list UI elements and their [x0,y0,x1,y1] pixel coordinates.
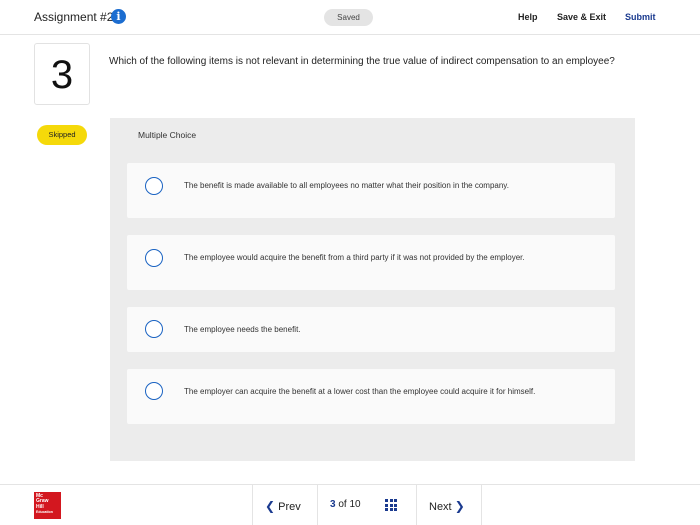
skipped-status-badge: Skipped [37,125,87,145]
saved-status-badge: Saved [324,9,373,26]
chevron-right-icon: ❯ [454,499,465,513]
current-page: 3 [330,499,336,510]
answer-option-text: The employee would acquire the benefit f… [184,253,525,262]
answer-option-text: The benefit is made available to all emp… [184,181,509,190]
submit-button[interactable]: Submit [625,12,656,22]
header-bar: Assignment #2 i Saved Help Save & Exit S… [0,0,700,35]
answer-option-3[interactable]: The employee needs the benefit. [127,307,615,352]
save-exit-button[interactable]: Save & Exit [557,12,606,22]
help-button[interactable]: Help [518,12,538,22]
answer-option-text: The employer can acquire the benefit at … [184,387,536,396]
answer-option-text: The employee needs the benefit. [184,325,301,334]
prev-button[interactable]: ❮ Prev [265,499,301,513]
question-number: 3 [34,43,90,105]
radio-button[interactable] [145,320,163,338]
multiple-choice-panel: Multiple Choice The benefit is made avai… [110,118,635,461]
question-type-label: Multiple Choice [138,130,197,140]
mcgraw-hill-logo: Mc Graw Hill Education [34,492,61,519]
info-icon[interactable]: i [111,9,126,24]
total-pages: 10 [349,499,361,510]
page-indicator[interactable]: 3 of 10 [317,485,417,525]
radio-button[interactable] [145,177,163,195]
next-label: Next [429,501,452,513]
next-button[interactable]: Next ❯ [429,499,465,513]
question-text: Which of the following items is not rele… [109,56,615,67]
answer-option-2[interactable]: The employee would acquire the benefit f… [127,235,615,290]
of-label: of [338,499,347,510]
footer-bar: Mc Graw Hill Education ❮ Prev 3 of 10 Ne… [0,484,700,525]
radio-button[interactable] [145,382,163,400]
answer-option-4[interactable]: The employer can acquire the benefit at … [127,369,615,424]
answer-option-1[interactable]: The benefit is made available to all emp… [127,163,615,218]
radio-button[interactable] [145,249,163,267]
grid-icon[interactable] [385,499,397,511]
assignment-title: Assignment #2 [34,10,114,24]
chevron-left-icon: ❮ [265,499,276,513]
question-navigation: ❮ Prev 3 of 10 Next ❯ [252,485,482,525]
prev-label: Prev [278,501,301,513]
